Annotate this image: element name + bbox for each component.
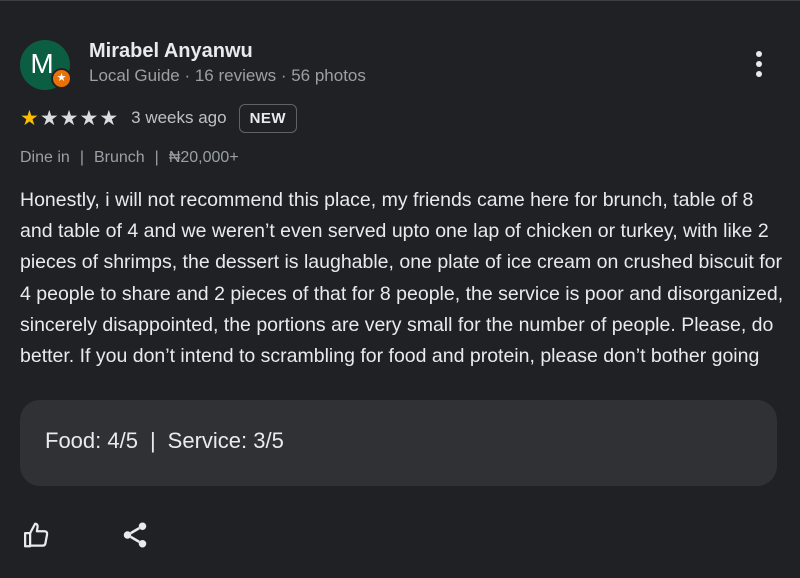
more-options-icon[interactable] bbox=[744, 48, 774, 80]
sub-ratings-card: Food: 4/5 | Service: 3/5 bbox=[20, 400, 777, 486]
menu-dot bbox=[756, 51, 762, 57]
rating-row: ★ ★ ★ ★ ★ 3 weeks ago NEW bbox=[20, 102, 298, 134]
service-type: Dine in bbox=[20, 149, 70, 166]
star-empty-icon: ★ bbox=[39, 106, 59, 130]
review-card: M ★ Mirabel Anyanwu Local Guide · 16 rev… bbox=[0, 0, 800, 578]
like-button[interactable] bbox=[20, 518, 54, 552]
new-badge: NEW bbox=[238, 103, 298, 133]
star-empty-icon: ★ bbox=[59, 106, 79, 130]
review-text: Honestly, i will not recommend this plac… bbox=[20, 189, 784, 368]
service-rating: Service: 3/5 bbox=[167, 428, 284, 453]
divider: | bbox=[154, 149, 159, 166]
menu-dot bbox=[756, 61, 762, 67]
sub-ratings: Food: 4/5 | Service: 3/5 bbox=[45, 428, 284, 454]
menu-dot bbox=[756, 71, 762, 77]
review-time: 3 weeks ago bbox=[131, 108, 227, 127]
star-filled-icon: ★ bbox=[20, 106, 39, 130]
reviewer-meta: Local Guide · 16 reviews · 56 photos bbox=[89, 66, 366, 85]
star-empty-icon: ★ bbox=[79, 106, 99, 130]
avatar-initial: M bbox=[30, 48, 54, 79]
price-range: ₦20,000+ bbox=[168, 149, 239, 166]
divider: | bbox=[79, 149, 84, 166]
food-rating: Food: 4/5 bbox=[45, 428, 138, 453]
ratings-separator: | bbox=[149, 428, 156, 453]
star-rating: ★ ★ ★ ★ ★ bbox=[20, 108, 118, 129]
meal-type: Brunch bbox=[93, 149, 145, 166]
star-empty-icon: ★ bbox=[99, 106, 119, 130]
visit-info: Dine in | Brunch | ₦20,000+ bbox=[20, 149, 239, 167]
reviewer-name[interactable]: Mirabel Anyanwu bbox=[89, 40, 253, 63]
thumbs-up-icon bbox=[24, 522, 49, 548]
share-icon bbox=[123, 522, 147, 548]
local-guide-star-icon: ★ bbox=[51, 68, 72, 89]
share-button[interactable] bbox=[118, 518, 152, 552]
